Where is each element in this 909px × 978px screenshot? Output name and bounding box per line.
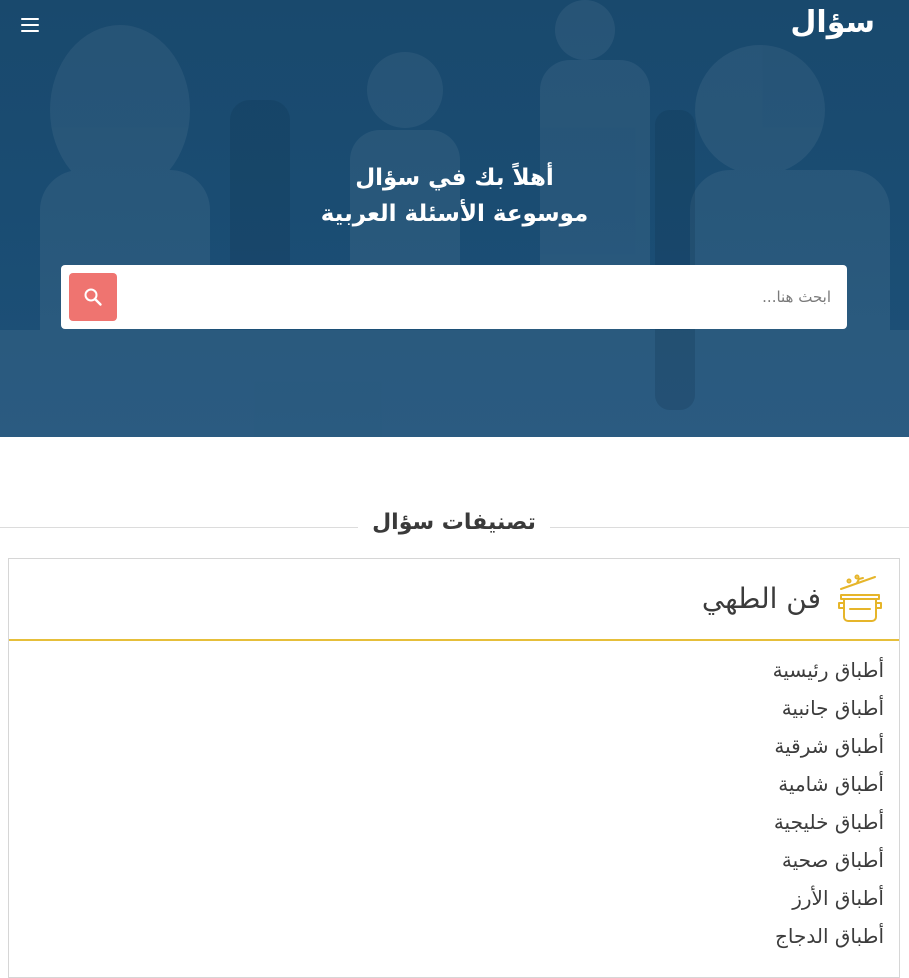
divider bbox=[0, 527, 358, 528]
hero-banner: سؤال أهلاً بك في سؤال موسوعة الأسئلة الع… bbox=[0, 0, 909, 437]
top-bar: سؤال bbox=[0, 0, 909, 52]
search-input[interactable] bbox=[127, 265, 847, 329]
category-link[interactable]: أطباق صحية bbox=[773, 841, 884, 879]
category-link[interactable]: أطباق رئيسية bbox=[773, 651, 884, 689]
category-card-title[interactable]: فن الطهي bbox=[702, 579, 821, 619]
category-link[interactable]: أطباق خليجية bbox=[773, 803, 884, 841]
category-link[interactable]: أطباق جانبية bbox=[773, 689, 884, 727]
category-link[interactable]: أطباق الدجاج bbox=[773, 917, 884, 955]
welcome-line-2: موسوعة الأسئلة العربية bbox=[320, 201, 589, 227]
welcome-line-1: أهلاً بك في سؤال bbox=[355, 165, 554, 191]
divider bbox=[550, 527, 909, 528]
hamburger-menu-icon[interactable] bbox=[18, 15, 42, 35]
category-link[interactable]: أطباق الأرز bbox=[773, 879, 884, 917]
search-box bbox=[61, 265, 847, 329]
categories-section-header: تصنيفات سؤال bbox=[0, 506, 909, 540]
cooking-pot-icon bbox=[838, 574, 882, 622]
category-link[interactable]: أطباق شامية bbox=[773, 765, 884, 803]
category-card-header[interactable]: فن الطهي bbox=[9, 559, 899, 641]
site-logo[interactable]: سؤال bbox=[790, 3, 875, 43]
category-card-cooking: فن الطهي أطباق رئيسية أطباق جانبية أطباق… bbox=[8, 558, 900, 978]
category-item-list: أطباق رئيسية أطباق جانبية أطباق شرقية أط… bbox=[773, 651, 884, 955]
search-button[interactable] bbox=[69, 273, 117, 321]
welcome-heading: أهلاً بك في سؤال موسوعة الأسئلة العربية bbox=[0, 160, 909, 232]
search-icon bbox=[84, 288, 102, 306]
categories-section-title: تصنيفات سؤال bbox=[372, 510, 536, 535]
category-link[interactable]: أطباق شرقية bbox=[773, 727, 884, 765]
